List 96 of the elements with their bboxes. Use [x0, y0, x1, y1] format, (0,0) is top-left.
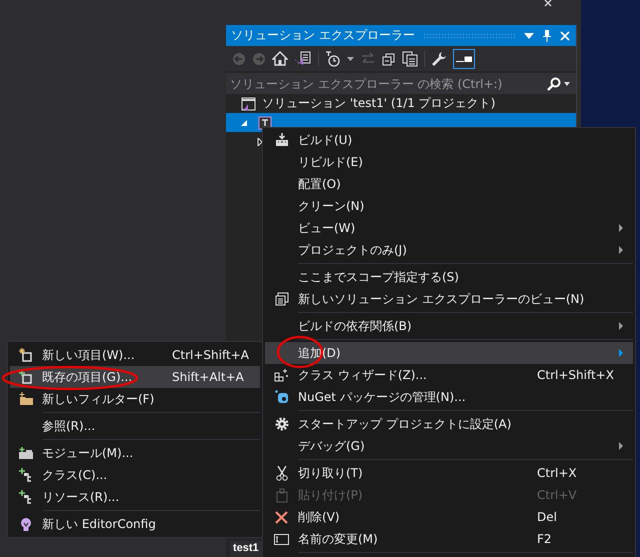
shortcut-label: Ctrl+Shift+A: [172, 348, 249, 362]
menu-item[interactable]: クリーン(N): [265, 195, 633, 217]
menu-item-label: リビルド(E): [298, 154, 364, 170]
delete-icon: [275, 510, 288, 524]
menu-item-label: 貼り付け(P): [298, 486, 364, 504]
project-switch-icon[interactable]: [294, 50, 312, 66]
menu-item[interactable]: モジュール(M)...: [10, 442, 260, 464]
menu-item[interactable]: 既存の項目(G)... Shift+Alt+A: [10, 366, 260, 388]
shortcut-label: Ctrl+Shift+X: [537, 368, 614, 382]
menu-item-label: 名前の変更(M): [298, 530, 379, 548]
shortcut-label: Del: [537, 510, 557, 524]
shortcut-label: Ctrl+V: [537, 488, 577, 502]
dropdown-icon[interactable]: [347, 56, 354, 60]
menu-item[interactable]: リビルド(E): [265, 151, 633, 173]
panel-title: ソリューション エクスプローラー: [231, 27, 415, 44]
collapse-all-icon[interactable]: [382, 52, 396, 66]
menu-item[interactable]: ビルド(U): [265, 129, 633, 151]
menu-item[interactable]: 新しいソリューション エクスプローラーのビュー(N): [265, 288, 633, 310]
preview-toggle-button[interactable]: [453, 48, 475, 68]
menu-item[interactable]: 新しい EditorConfig: [10, 513, 260, 535]
menu-item-label: クラス ウィザード(Z)...: [298, 366, 428, 384]
menu-item-label: 削除(V): [298, 508, 341, 526]
history-icon[interactable]: [325, 50, 341, 66]
home-icon[interactable]: [272, 51, 288, 66]
menu-item[interactable]: 配置(O): [265, 173, 633, 195]
wrench-icon[interactable]: [431, 50, 447, 66]
menu-item[interactable]: ここまでスコープ指定する(S): [265, 266, 633, 288]
menu-item-label: 新しい項目(W)...: [42, 346, 136, 364]
expander-icon[interactable]: [256, 138, 264, 146]
menu-item[interactable]: 新しいフィルター(F): [10, 388, 260, 410]
document-tab[interactable]: test1: [230, 541, 262, 557]
clipboard-icon: [276, 488, 288, 502]
solution-icon: [240, 96, 256, 112]
pin-icon[interactable]: [542, 30, 552, 42]
menu-item-label: プロジェクトのみ(J): [298, 242, 408, 258]
nuget-icon: [274, 390, 288, 404]
menu-item-label: 追加(D): [298, 344, 342, 362]
class-wizard-icon: [274, 368, 289, 382]
menu-item[interactable]: クラス(C)...: [10, 464, 260, 486]
menu-item[interactable]: 切り取り(T) Ctrl+X: [265, 462, 633, 484]
menu-item-label: ビルドの依存関係(B): [298, 318, 413, 334]
menu-item[interactable]: スタートアップ プロジェクトに設定(A): [265, 413, 633, 435]
menu-item-label: 新しい EditorConfig: [42, 516, 157, 532]
menu-item[interactable]: 新しい項目(W)... Ctrl+Shift+A: [10, 344, 260, 366]
menu-item-label: ビュー(W): [298, 220, 356, 236]
menu-item[interactable]: 削除(V) Del: [265, 506, 633, 528]
menu-item-label: クラス(C)...: [42, 466, 108, 484]
dropdown-icon[interactable]: [524, 32, 534, 38]
menu-item[interactable]: ビルドの依存関係(B): [265, 315, 633, 337]
menu-item-label: 既存の項目(G)...: [42, 368, 134, 386]
module-icon: [18, 447, 34, 459]
menu-item[interactable]: NuGet パッケージの管理(N)...: [265, 386, 633, 408]
scissors-icon: [276, 466, 288, 480]
folder-icon: [18, 392, 34, 406]
window-icon: [274, 292, 288, 306]
menu-item-label: 参照(R)...: [42, 418, 96, 434]
shortcut-label: Ctrl+X: [537, 466, 577, 480]
new-item-icon: [19, 348, 33, 362]
close-icon[interactable]: [560, 30, 570, 40]
menu-item[interactable]: クラス ウィザード(Z)... Ctrl+Shift+X: [265, 364, 633, 386]
menu-item-label: 新しいフィルター(F): [42, 390, 156, 408]
close-icon[interactable]: [544, 0, 554, 8]
menu-item-label: 配置(O): [298, 176, 342, 192]
menu-item[interactable]: ビュー(W): [265, 217, 633, 239]
tree-item[interactable]: ソリューション 'test1' (1/1 プロジェクト): [226, 94, 576, 113]
menu-item-label: NuGet パッケージの管理(N)...: [298, 388, 467, 406]
existing-item-icon: [19, 370, 33, 384]
menu-item-label: 切り取り(T): [298, 464, 364, 482]
class-icon: [19, 490, 33, 504]
menu-item[interactable]: デバッグ(G): [265, 435, 633, 457]
show-all-files-icon[interactable]: [402, 50, 418, 66]
menu-item-label: ここまでスコープ指定する(S): [298, 268, 460, 286]
search-field[interactable]: ソリューション エクスプローラー の検索 (Ctrl+:): [226, 73, 576, 94]
menu-item-label: スタートアップ プロジェクトに設定(A): [298, 416, 512, 432]
menu-item-label: 新しいソリューション エクスプローラーのビュー(N): [298, 290, 584, 308]
annotation-circle: [276, 335, 324, 369]
menu-item-label: リソース(R)...: [42, 488, 120, 506]
preview-pane-icon: [456, 56, 472, 62]
class-icon: [19, 468, 33, 482]
gear-icon: [274, 417, 288, 431]
menu-item[interactable]: 追加(D): [265, 342, 633, 364]
shortcut-label: F2: [537, 532, 552, 546]
build-icon: [274, 133, 288, 147]
menu-item-label: デバッグ(G): [298, 438, 366, 454]
menu-item-label: クリーン(N): [298, 198, 366, 214]
menu-item-label: モジュール(M)...: [42, 444, 134, 462]
dropdown-icon[interactable]: [564, 82, 570, 86]
menu-item[interactable]: リソース(R)...: [10, 486, 260, 508]
menu-item[interactable]: 名前の変更(M) F2: [265, 528, 633, 550]
shortcut-label: Shift+Alt+A: [172, 370, 244, 384]
menu-item[interactable]: 参照(R)...: [10, 415, 260, 437]
search-icon[interactable]: [547, 76, 561, 90]
rename-icon: [274, 534, 289, 544]
menu-item-label: ビルド(U): [298, 132, 354, 148]
lightbulb-icon: [20, 516, 32, 532]
menu-item[interactable]: プロジェクトのみ(J): [265, 239, 633, 261]
